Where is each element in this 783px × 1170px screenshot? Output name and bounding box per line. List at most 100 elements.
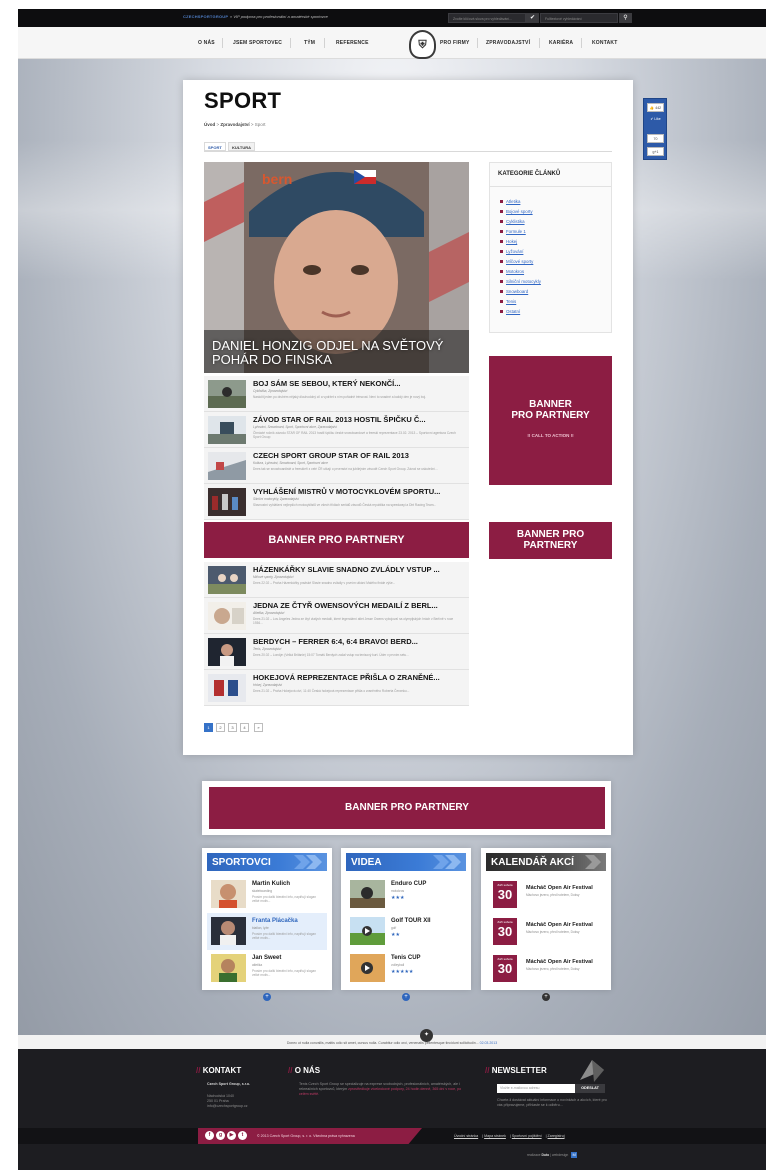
main-nav: O NÁS JSEM SPORTOVEC TÝM REFERENCE ⛨ PRO… xyxy=(18,27,766,59)
newsletter-submit-button[interactable]: ODESLAT xyxy=(575,1084,605,1093)
search-confirm-button[interactable]: ✔ xyxy=(526,13,539,23)
event-item[interactable]: Září sobota 30 Mácháč Open Air Festival M… xyxy=(486,913,606,950)
athlete-item[interactable]: Franta Plácačka biatlon, lyže Prosím pro… xyxy=(207,913,327,950)
category-link[interactable]: Bojové sporty xyxy=(500,209,533,214)
event-item[interactable]: Září sobota 30 Mácháč Open Air Festival M… xyxy=(486,876,606,913)
event-name[interactable]: Mácháč Open Air Festival xyxy=(526,922,593,928)
facebook-like-count[interactable]: 👍 442 xyxy=(647,103,664,112)
article-item[interactable]: CZECH SPORT GROUP STAR OF RAIL 2013 Kult… xyxy=(204,448,469,484)
featured-title[interactable]: DANIEL HONZIG ODJEL NA SVĚTOVÝ POHÁR DO … xyxy=(212,339,462,367)
footer-link-home[interactable]: Úvodní stránka xyxy=(454,1134,478,1138)
nav-item-kariera[interactable]: KARIÉRA xyxy=(549,40,573,46)
athlete-item[interactable]: Martin Kulich skateboarding Prosím pro d… xyxy=(207,876,327,913)
brand-name[interactable]: CZECHSPORTGROUP xyxy=(183,14,228,19)
footer-link-register[interactable]: Zaregistruj xyxy=(548,1134,565,1138)
nav-item-zpravodajstvi[interactable]: ZPRAVODAJSTVÍ xyxy=(486,40,530,46)
divider xyxy=(490,186,611,187)
article-title[interactable]: JEDNA ZE ČTYŘ OWENSOVÝCH MEDAILÍ Z BERL.… xyxy=(253,601,465,610)
event-name[interactable]: Mácháč Open Air Festival xyxy=(526,885,593,891)
article-item[interactable]: BERDYCH – FERRER 6:4, 6:4 BRAVO! BERD...… xyxy=(204,634,469,670)
tweet-count[interactable]: 70 xyxy=(647,134,664,143)
tweet-link[interactable]: 02.03.2013 xyxy=(480,1041,498,1045)
article-title[interactable]: HÁZENKÁŘKY SLAVIE SNADNO ZVLÁDLY VSTUP .… xyxy=(253,565,465,574)
page-2-button[interactable]: 2 xyxy=(216,723,225,732)
athlete-name[interactable]: Franta Plácačka xyxy=(252,918,298,924)
athlete-name[interactable]: Martin Kulich xyxy=(252,881,290,887)
video-title[interactable]: Golf TOUR XII xyxy=(391,918,431,924)
article-title[interactable]: ZÁVOD STAR OF RAIL 2013 HOSTIL ŠPIČKU Č.… xyxy=(253,415,465,424)
nav-item-tym[interactable]: TÝM xyxy=(304,40,315,46)
footer-link-sitemap[interactable]: Mapa stránek xyxy=(484,1134,506,1138)
article-title[interactable]: BOJ SÁM SE SEBOU, KTERÝ NEKONČÍ... xyxy=(253,379,465,388)
banner-cta[interactable]: !! CALL TO ACTION !! xyxy=(489,433,612,438)
article-item[interactable]: ZÁVOD STAR OF RAIL 2013 HOSTIL ŠPIČKU Č.… xyxy=(204,412,469,448)
twitter-icon[interactable]: t xyxy=(238,1131,247,1140)
partner-banner-small[interactable]: BANNER PRO PARTNERY xyxy=(489,522,612,559)
videos-more-button[interactable]: + xyxy=(402,993,410,1001)
category-link[interactable]: Silniční motocykly xyxy=(500,279,541,284)
nav-item-pro-firmy[interactable]: PRO FIRMY xyxy=(440,40,470,46)
article-item[interactable]: VYHLÁŠENÍ MISTRŮ V MOTOCYKLOVÉM SPORTU..… xyxy=(204,484,469,520)
article-item[interactable]: BOJ SÁM SE SEBOU, KTERÝ NEKONČÍ... Cykli… xyxy=(204,376,469,412)
category-link[interactable]: Tenis xyxy=(500,299,516,304)
tab-kultura[interactable]: KULTURA xyxy=(228,142,256,151)
fulltext-search-input[interactable]: Fulltextové vyhledávání xyxy=(540,13,618,23)
partner-banner-tall[interactable]: BANNER PRO PARTNERY !! CALL TO ACTION !! xyxy=(489,356,612,485)
category-link[interactable]: Ostatní xyxy=(500,309,520,314)
article-title[interactable]: VYHLÁŠENÍ MISTRŮ V MOTOCYKLOVÉM SPORTU..… xyxy=(253,487,465,496)
nav-item-kontakt[interactable]: KONTAKT xyxy=(592,40,617,46)
article-item[interactable]: JEDNA ZE ČTYŘ OWENSOVÝCH MEDAILÍ Z BERL.… xyxy=(204,598,469,634)
category-link[interactable]: Atletika xyxy=(500,199,520,204)
nav-item-o-nas[interactable]: O NÁS xyxy=(198,40,215,46)
credit-agency[interactable]: Duto xyxy=(542,1153,550,1157)
article-item[interactable]: HOKEJOVÁ REPREZENTACE PŘIŠLA O ZRANĚNÉ..… xyxy=(204,670,469,706)
breadcrumb-news[interactable]: Zpravodajství xyxy=(220,122,249,127)
article-title[interactable]: CZECH SPORT GROUP STAR OF RAIL 2013 xyxy=(253,451,465,460)
article-title[interactable]: BERDYCH – FERRER 6:4, 6:4 BRAVO! BERD... xyxy=(253,637,465,646)
search-icon[interactable]: ⚲ xyxy=(619,13,632,23)
event-name[interactable]: Mácháč Open Air Festival xyxy=(526,959,593,965)
category-link[interactable]: Lyžování xyxy=(500,249,523,254)
youtube-icon[interactable]: ▶ xyxy=(227,1131,236,1140)
google-plus-icon[interactable]: g xyxy=(216,1131,225,1140)
category-link[interactable]: Formule 1 xyxy=(500,229,526,234)
category-link[interactable]: Míčové sporty xyxy=(500,259,533,264)
facebook-icon[interactable]: f xyxy=(205,1131,214,1140)
article-item[interactable]: HÁZENKÁŘKY SLAVIE SNADNO ZVLÁDLY VSTUP .… xyxy=(204,562,469,598)
athletes-more-button[interactable]: + xyxy=(263,993,271,1001)
facebook-like-button[interactable]: ✔ Like xyxy=(647,115,664,124)
site-logo[interactable]: ⛨ xyxy=(409,30,436,59)
athlete-item[interactable]: Jan Sweet atletika Prosím pro další kter… xyxy=(207,950,327,987)
video-item[interactable]: Tenis CUP volleyball ★★★★★ xyxy=(346,950,466,987)
category-link[interactable]: Motokros xyxy=(500,269,524,274)
breadcrumb-home[interactable]: Úvod xyxy=(204,122,215,127)
page-3-button[interactable]: 3 xyxy=(228,723,237,732)
video-title[interactable]: Tenis CUP xyxy=(391,955,421,961)
next-page-button[interactable]: » xyxy=(254,723,263,732)
article-title[interactable]: HOKEJOVÁ REPREZENTACE PŘIŠLA O ZRANĚNÉ..… xyxy=(253,673,465,682)
partner-banner-bottom[interactable]: BANNER PRO PARTNERY xyxy=(209,787,605,829)
footer-link-insurance[interactable]: Sportovní pojištění xyxy=(512,1134,542,1138)
footer-email[interactable]: info@czechsportgroup.cz xyxy=(207,1104,248,1109)
category-link[interactable]: Hokej xyxy=(500,239,517,244)
tab-sport[interactable]: SPORT xyxy=(204,142,226,151)
video-title[interactable]: Enduro CUP xyxy=(391,881,426,887)
page-4-button[interactable]: 4 xyxy=(240,723,249,732)
video-item[interactable]: Golf TOUR XII golf ★★ xyxy=(346,913,466,950)
google-plus-button[interactable]: g+1 xyxy=(647,147,664,156)
newsletter-email-input[interactable]: Vložte e-mailovou adresu xyxy=(497,1084,575,1093)
nav-item-reference[interactable]: REFERENCE xyxy=(336,40,369,46)
event-item[interactable]: Září sobota 30 Mácháč Open Air Festival M… xyxy=(486,950,606,987)
category-link[interactable]: Snowboard xyxy=(500,289,528,294)
agency-logo-icon[interactable]: M xyxy=(571,1152,578,1158)
category-link[interactable]: Cyklistika xyxy=(500,219,525,224)
partner-banner-inline[interactable]: BANNER PRO PARTNERY xyxy=(204,522,469,558)
athlete-photo xyxy=(211,880,246,908)
page-1-button[interactable]: 1 xyxy=(204,723,213,732)
events-more-button[interactable]: + xyxy=(542,993,550,1001)
video-item[interactable]: Enduro CUP motokros ★★★ xyxy=(346,876,466,913)
search-input[interactable]: Zvolte klíčová slova pro vyhledávání... xyxy=(448,13,526,23)
nav-item-jsem-sportovec[interactable]: JSEM SPORTOVEC xyxy=(233,40,282,46)
featured-article[interactable]: bern DANIEL HONZIG ODJEL NA SVĚTOVÝ POHÁ… xyxy=(204,162,469,373)
athlete-name[interactable]: Jan Sweet xyxy=(252,955,281,961)
